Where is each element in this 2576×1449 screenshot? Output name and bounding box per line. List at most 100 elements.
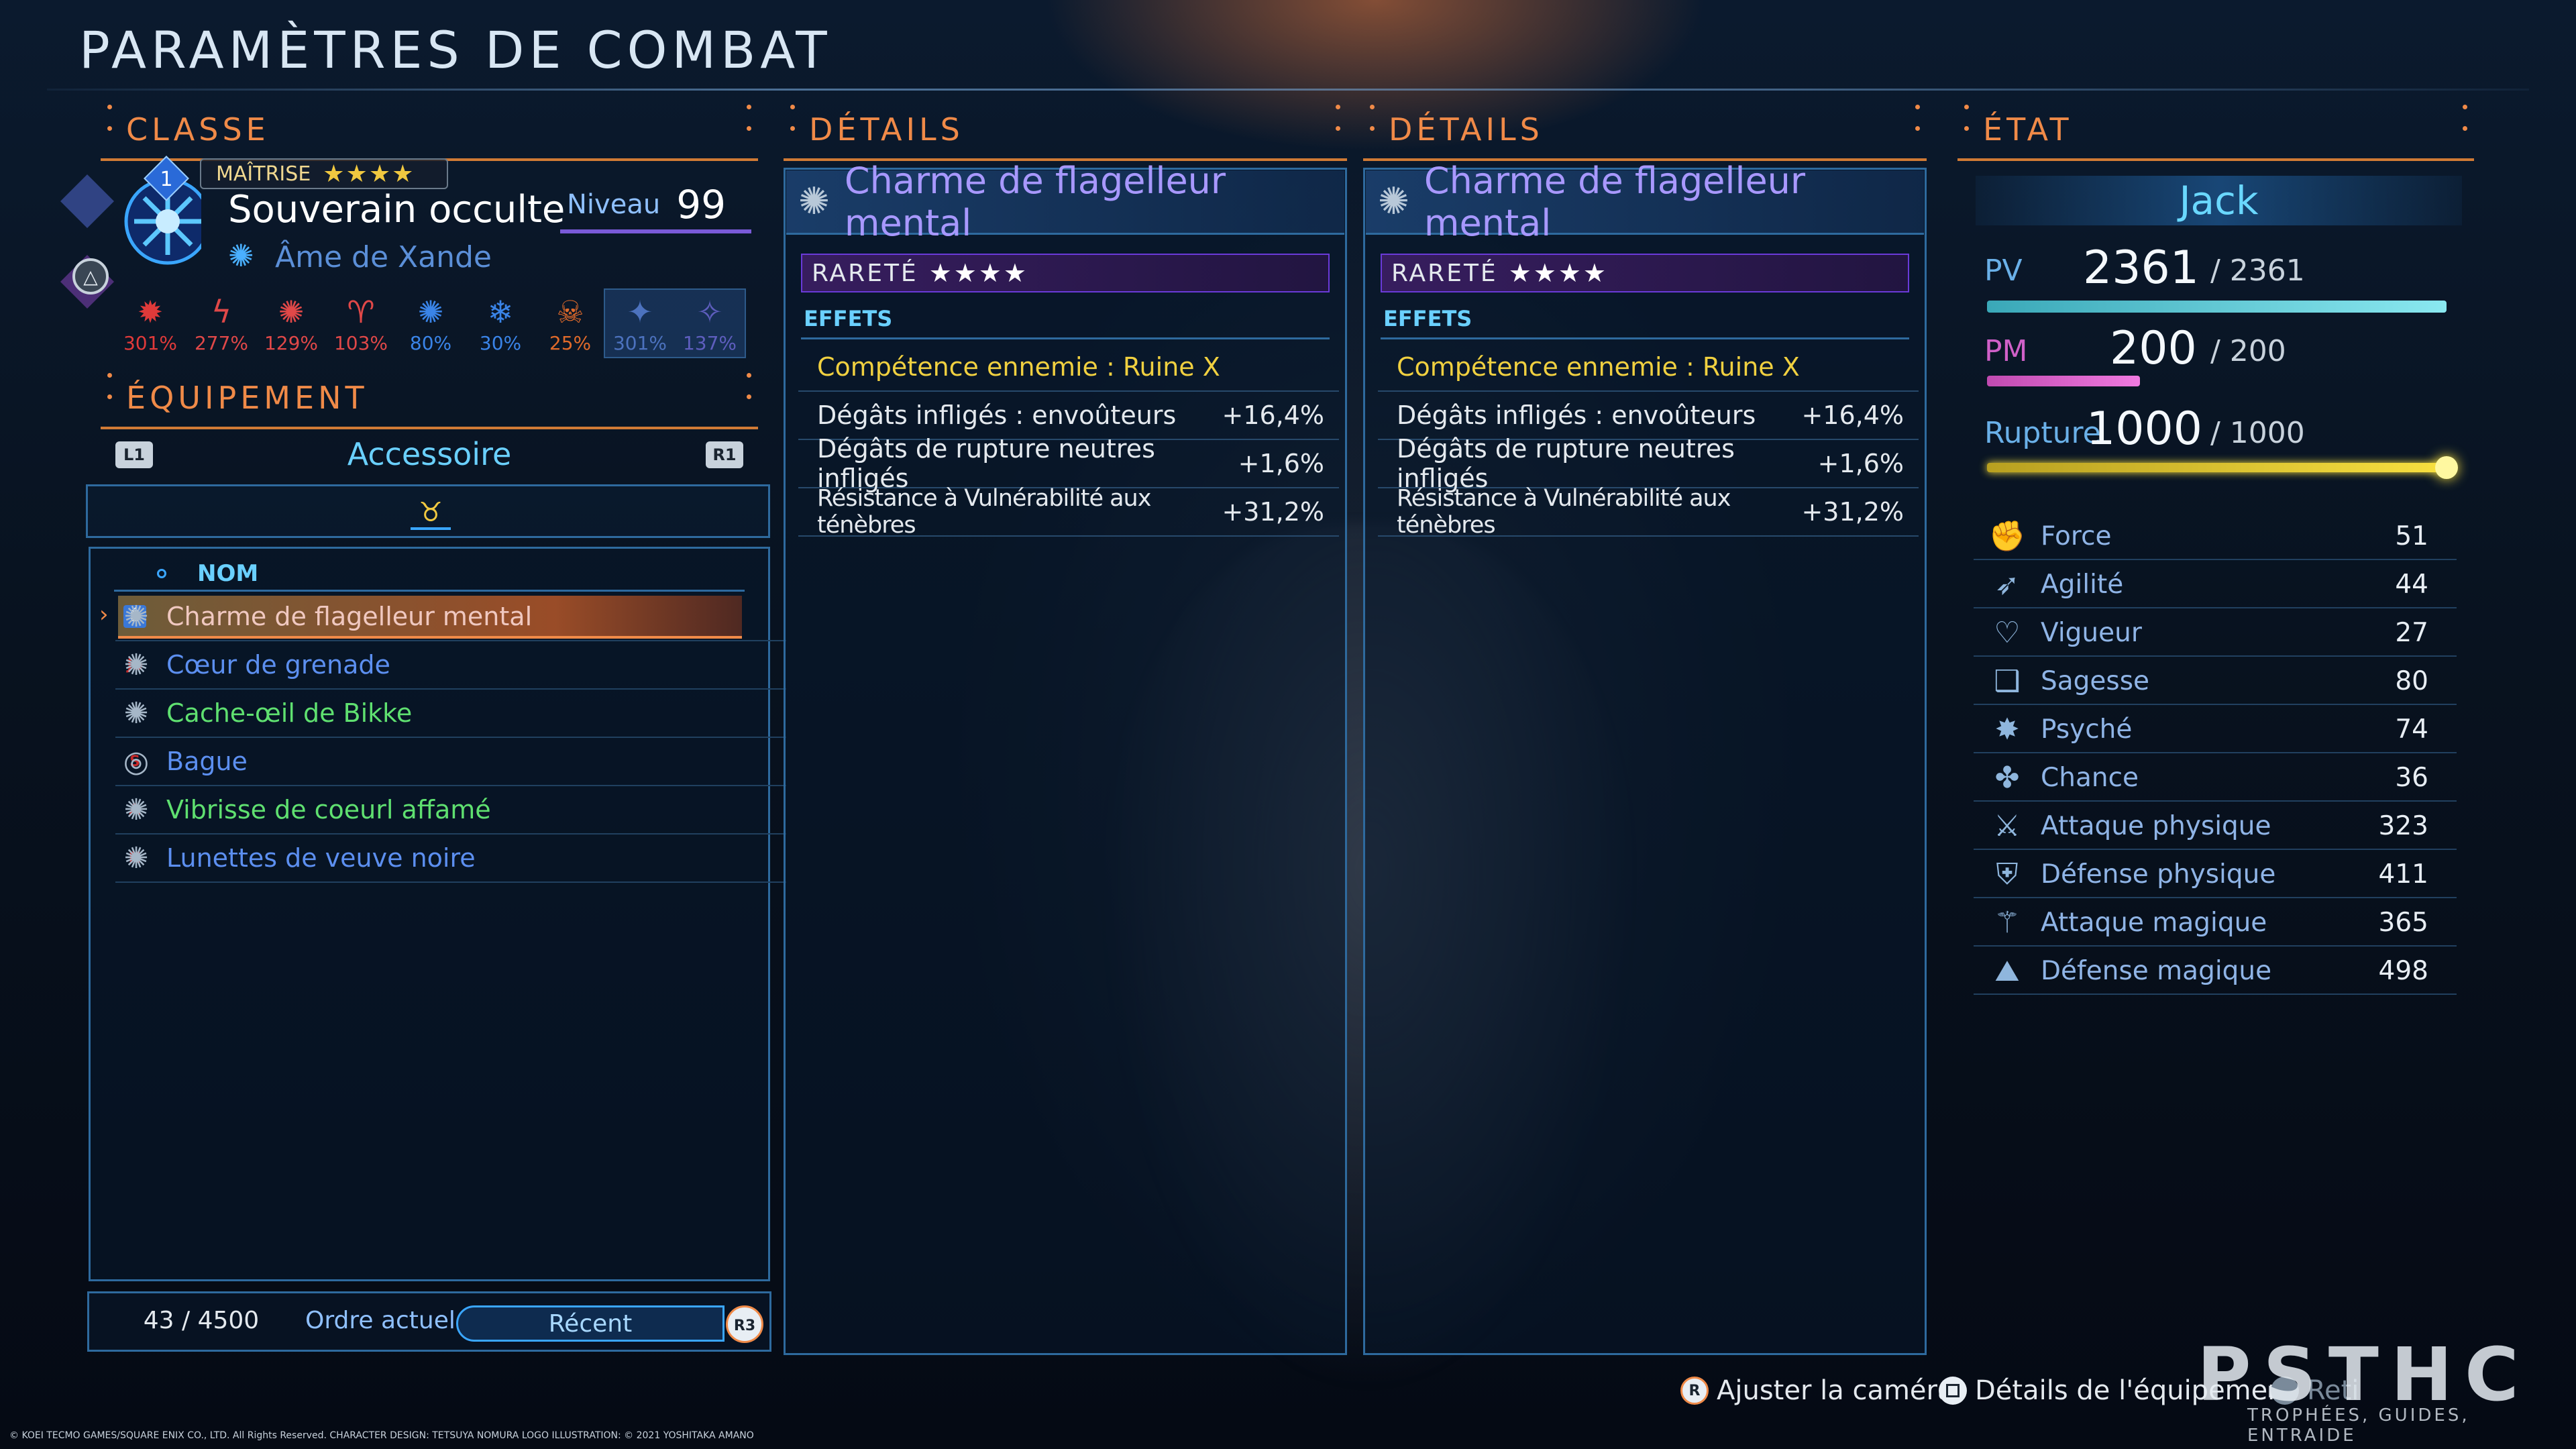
effect-label: Compétence ennemie : Ruine X [1397,352,1800,382]
effect-row: Compétence ennemie : Ruine X [798,343,1339,392]
effect-label: Dégâts de rupture neutres infligés [1397,434,1735,493]
list-item[interactable]: ◎ Bague [115,738,786,786]
page-title: PARAMÈTRES DE COMBAT [79,20,832,80]
stat-value: 74 [2395,714,2428,745]
effect-value: +31,2% [1222,497,1324,527]
list-item[interactable]: ✺ Cœur de grenade [115,641,786,690]
l1-button[interactable]: L1 [115,441,153,468]
shield-icon: ⛨ [1996,857,2019,892]
list-header: NOM [114,557,745,592]
effect-value: +16,4% [1222,400,1324,430]
item-name: Bague [166,747,248,776]
mp-bar-fill [1987,376,2140,386]
ring-icon: ◎ [123,744,150,779]
list-item[interactable]: ✺ Cache-œil de Bikke [115,690,786,738]
list-item[interactable]: ✺ Charme de flagelleur mental [115,593,786,641]
r1-button[interactable]: R1 [706,441,743,468]
rarity-bar: RARETÉ ★★★★ [801,254,1330,292]
sort-label: Ordre actuel [305,1307,455,1334]
stat-value: 44 [2395,569,2428,600]
sort-selector[interactable]: Récent [456,1305,724,1342]
item-name: Lunettes de veuve noire [166,843,476,873]
triangle-button-icon[interactable]: △ [72,258,109,294]
stat-row: ❑ Sagesse 80 [1974,658,2457,705]
rarity-label: RARETÉ [1391,259,1498,287]
element-2: ✺ 129% [256,292,326,359]
stat-row: ⛰ Défense magique 498 [1974,948,2457,995]
list-item[interactable]: ✺ Lunettes de veuve noire [115,835,786,883]
stat-value: 365 [2378,907,2428,938]
effect-row: Dégâts de rupture neutres infligés +1,6% [1378,434,1919,493]
element-highlight [604,288,746,358]
section-header-details: DÉTAILS [1363,101,1927,161]
heart-icon: ♡ [1994,615,2021,650]
charm-icon: ✺ [123,647,149,682]
job-name: Souverain occulte [228,188,566,231]
effect-label: Dégâts infligés : envoûteurs [817,400,1177,430]
break-bar-knob [2435,456,2458,479]
equipment-category[interactable]: Accessoire [295,436,564,472]
element-value: 301% [123,332,178,354]
hat-icon: ⛰ [1994,953,2020,988]
sort-value: Récent [548,1309,633,1338]
stat-label: Attaque magique [2041,907,2267,938]
charm-icon: ✺ [1378,180,1409,223]
stat-value: 498 [2378,955,2428,986]
section-header-classe: CLASSE [101,101,758,161]
list-item[interactable]: ✺ Vibrisse de coeurl affamé [115,786,786,835]
effect-value: +1,6% [1817,449,1904,478]
stat-value: 80 [2395,665,2428,696]
wand-icon: ⚚ [1994,905,2021,940]
item-count: 43 / 4500 [143,1307,260,1334]
item-name: Cache-œil de Bikke [166,698,413,728]
element-value: 277% [194,332,249,354]
stat-row: ⚔ Attaque physique 323 [1974,803,2457,850]
character-name-banner: Jack [1976,176,2462,225]
stat-label: Chance [2041,762,2139,793]
mp-bar-track [1987,376,2140,386]
character-name: Jack [2179,178,2259,223]
mastery-stars: ★★★★ [323,160,415,188]
square-button-icon [1939,1377,1967,1405]
item-title: Charme de flagelleur mental [844,159,1226,244]
effects-header: EFFETS [801,306,1330,339]
charm-icon: ✺ [123,841,149,875]
psthc-tagline: TROPHÉES, GUIDES, ENTRAIDE [2247,1405,2470,1446]
break-bar-fill [1987,463,2447,472]
book-icon: ❑ [1994,663,2021,698]
right-stick-icon: R [1680,1377,1709,1405]
rarity-stars: ★★★★ [928,258,1028,288]
stat-value: 51 [2395,521,2428,551]
r3-button[interactable]: R3 [726,1305,763,1343]
stat-label: Défense physique [2041,859,2276,890]
effect-row: Résistance à Vulnérabilité aux ténèbres +… [1378,485,1919,539]
soul-icon: ✺ [228,237,254,274]
break-max: / 1000 [2210,416,2305,450]
details-column-left: DÉTAILS ✺ Charme de flagelleur mental RARET… [784,101,1354,1355]
stat-row: ✸ Psyché 74 [1974,706,2457,753]
camera-hint[interactable]: R Ajuster la caméra [1680,1375,1954,1406]
element-3: ♈ 103% [326,292,396,359]
status-icon: ☠ [556,294,584,330]
list-header-name: NOM [197,559,259,587]
hp-bar-fill [1987,301,2447,313]
accessory-slot-icon[interactable]: ♉ [411,495,451,530]
psthc-logo: PSTHC [2197,1332,2531,1417]
mp-max: / 200 [2210,334,2286,368]
element-5: ❄ 30% [466,292,535,359]
element-6: ☠ 25% [535,292,605,359]
element-value: 30% [479,332,522,354]
item-name: Cœur de grenade [166,650,390,680]
section-header-equipement: ÉQUIPEMENT [101,369,758,429]
rarity-label: RARETÉ [812,259,918,287]
effect-row: Dégâts de rupture neutres infligés +1,6% [798,434,1339,493]
stat-value: 36 [2395,762,2428,793]
effect-value: +1,6% [1238,449,1324,478]
agility-icon: ➶ [1994,567,2020,602]
clover-icon: ✤ [1994,760,2020,795]
charm-icon: ✺ [123,792,149,827]
stat-label: Attaque physique [2041,810,2271,841]
title-divider [47,89,2529,91]
earth-icon: ♈ [347,294,375,330]
effect-label: Résistance à Vulnérabilité aux ténèbres [1397,485,1731,539]
